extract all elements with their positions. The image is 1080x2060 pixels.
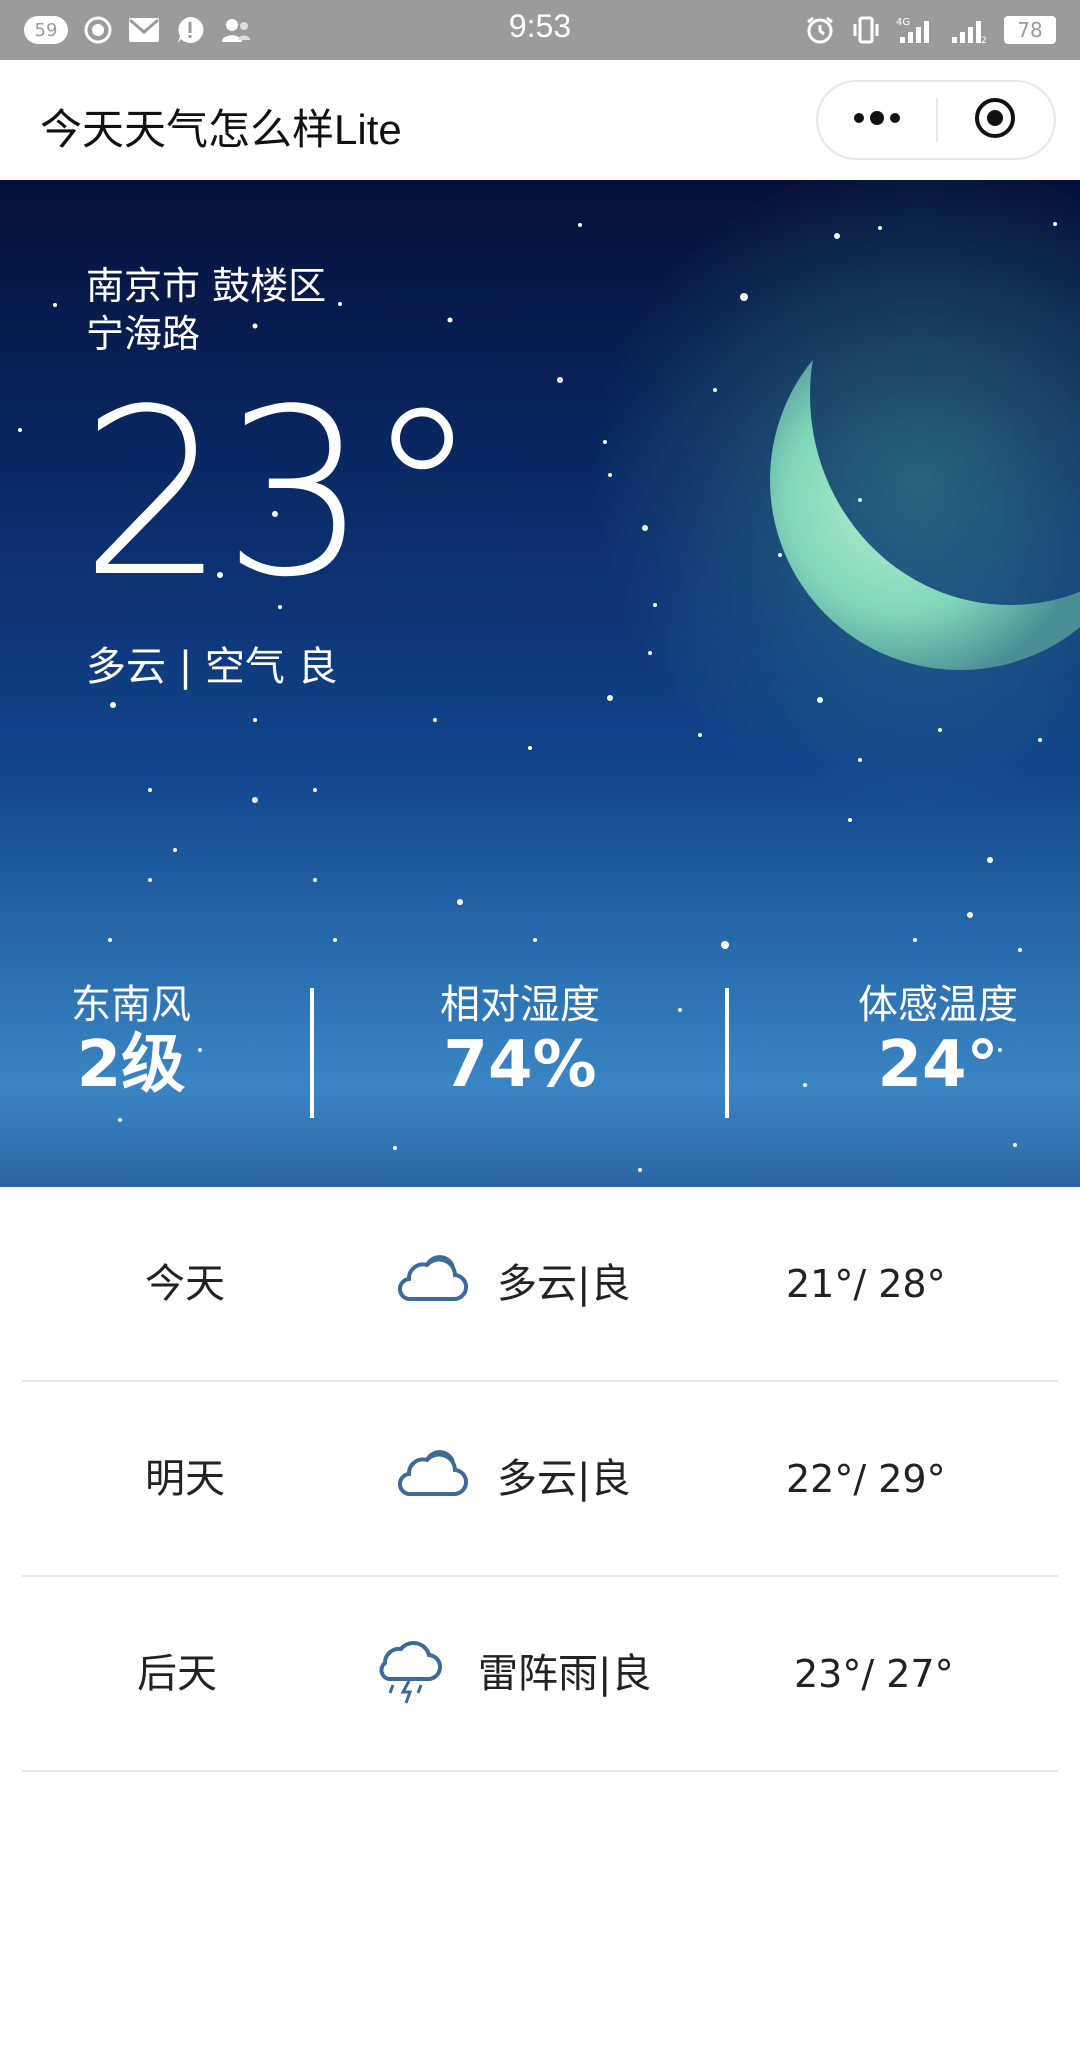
battery-indicator: 78 (1004, 16, 1056, 44)
thunderstorm-icon (375, 1637, 455, 1707)
current-condition: 多云 | 空气 良 (86, 644, 338, 690)
status-bar: 59 9:53 4G 2 78 (0, 0, 1080, 60)
forecast-description: 多云|良 (497, 1261, 631, 1307)
forecast-description: 多云|良 (497, 1456, 631, 1502)
location-street: 宁海路 (86, 312, 201, 356)
forecast-description: 雷阵雨|良 (478, 1651, 652, 1697)
status-right: 4G 2 78 (804, 12, 1056, 48)
location-city-district: 南京市 鼓楼区 (86, 264, 327, 308)
capsule-menu (816, 80, 1056, 160)
wind-stat: 东南风 2级 (56, 980, 206, 1100)
location: 南京市 鼓楼区 宁海路 (86, 262, 326, 358)
wind-label: 东南风 (71, 982, 191, 1028)
wind-value: 2级 (76, 1028, 186, 1102)
forecast-day: 明天 (145, 1456, 225, 1502)
stat-divider (725, 988, 729, 1118)
current-temperature: 23° (80, 361, 480, 628)
row-divider (22, 1770, 1058, 1772)
humidity-label: 相对湿度 (440, 982, 600, 1028)
svg-text:4G: 4G (896, 17, 910, 28)
svg-text:2: 2 (981, 36, 987, 45)
humidity-stat: 相对湿度 74% (420, 980, 620, 1100)
forecast-day: 今天 (145, 1261, 225, 1307)
stat-divider (310, 988, 314, 1118)
mini-program-header: 今天天气怎么样Lite (0, 60, 1080, 180)
more-icon (851, 110, 903, 130)
signal-4g-icon: 4G (896, 14, 936, 46)
feels-like-label: 体感温度 (858, 982, 1018, 1028)
forecast-temperature-range: 22°/ 29° (786, 1457, 946, 1501)
signal-sim2-icon: 2 (950, 14, 990, 46)
forecast-temperature-range: 23°/ 27° (794, 1652, 954, 1696)
feels-like-value: 24° (877, 1028, 999, 1102)
feels-like-stat: 体感温度 24° (838, 980, 1038, 1100)
cloud-icon (395, 1442, 475, 1512)
humidity-value: 74% (443, 1028, 597, 1102)
cloud-icon (395, 1247, 475, 1317)
forecast-row-tomorrow[interactable]: 明天 多云|良 22°/ 29° (0, 1382, 1080, 1577)
close-mini-program-button[interactable] (936, 82, 1054, 158)
forecast-row-day-after-tomorrow[interactable]: 后天 雷阵雨|良 23°/ 27° (0, 1577, 1080, 1772)
forecast-row-today[interactable]: 今天 多云|良 21°/ 28° (0, 1187, 1080, 1382)
target-icon (973, 96, 1017, 144)
forecast-day: 后天 (137, 1651, 217, 1697)
more-button[interactable] (818, 82, 936, 158)
page-title: 今天天气怎么样Lite (40, 106, 402, 153)
forecast-temperature-range: 21°/ 28° (786, 1262, 946, 1306)
vibrate-icon (850, 14, 882, 46)
weather-hero: 南京市 鼓楼区 宁海路 23° 多云 | 空气 良 东南风 2级 相对湿度 74… (0, 180, 1080, 1187)
forecast-list: 今天 多云|良 21°/ 28° 明天 多云|良 22°/ 29° 后天 雷阵雨… (0, 1187, 1080, 1772)
alarm-icon (804, 14, 836, 46)
